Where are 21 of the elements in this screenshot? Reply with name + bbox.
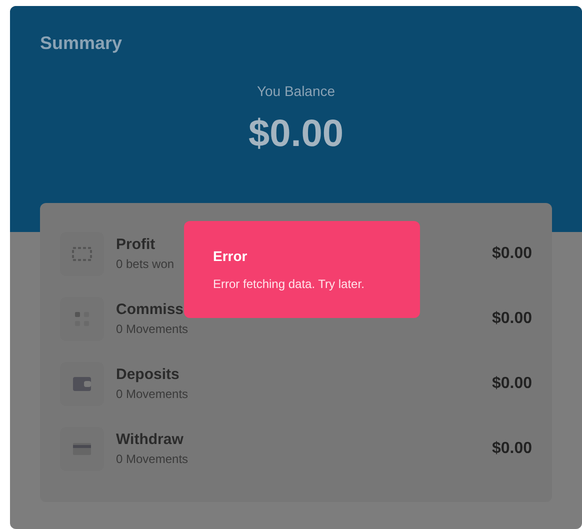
row-amount: $0.00 [492,374,532,394]
row-subtitle: 0 Movements [116,451,188,468]
grid-icon [74,311,90,327]
row-subtitle: 0 bets won [116,256,174,273]
row-title: Commiss [116,300,185,320]
row-amount: $0.00 [492,309,532,329]
toast-title: Error [213,247,248,266]
cash-icon [72,247,92,261]
row-title: Withdraw [116,430,184,450]
row-title: Deposits [116,365,180,385]
toast-message: Error fetching data. Try later. [213,276,366,293]
row-subtitle: 0 Movements [116,321,188,338]
balance-label: You Balance [256,82,336,101]
row-amount: $0.00 [492,439,532,459]
card-icon [72,442,92,456]
row-title: Profit [116,235,156,255]
row-amount: $0.00 [492,244,532,264]
row-subtitle: 0 Movements [116,386,188,403]
wallet-icon [72,376,92,392]
summary-title: Summary [40,32,124,55]
balance-amount: $0.00 [248,112,344,157]
